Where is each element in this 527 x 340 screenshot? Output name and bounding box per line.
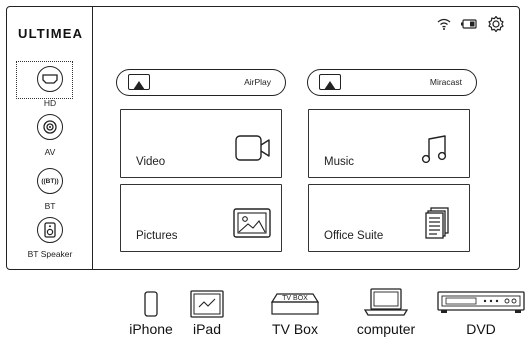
iphone-icon [144, 291, 158, 322]
miracast-label: Miracast [429, 77, 462, 87]
miracast-icon [319, 74, 341, 90]
brand-logo: ULTIMEA [18, 26, 84, 41]
miracast-button[interactable]: Miracast [307, 69, 477, 96]
music-note-icon [421, 134, 447, 169]
source-hd[interactable]: HD [7, 61, 93, 111]
device-label-computer: computer [356, 321, 416, 337]
tile-label-video: Video [136, 156, 166, 168]
device-legend: iPhone iPad TV BOX TV Box computer DVD [0, 285, 527, 340]
source-label-bt: BT [44, 201, 56, 211]
gear-icon[interactable] [487, 15, 505, 33]
tv-box-icon-text: TV BOX [282, 295, 308, 302]
bluetooth-icon-text: ((BT)) [41, 177, 59, 185]
status-bar [437, 15, 505, 33]
tile-music[interactable]: Music [308, 109, 470, 178]
laptop-icon [363, 288, 409, 321]
tile-video[interactable]: Video [120, 109, 282, 178]
device-label-ipad: iPad [192, 321, 222, 337]
wifi-icon [437, 18, 451, 30]
source-label-hd: HD [43, 98, 57, 108]
dvd-player-icon [437, 291, 525, 320]
device-label-iphone: iPhone [129, 321, 173, 337]
airplay-button[interactable]: AirPlay [116, 69, 286, 96]
projector-screen: ULTIMEA HD AV ((BT)) BT BT Speaker AirPl… [6, 6, 520, 270]
document-icon [425, 207, 449, 244]
device-label-tv-box: TV Box [272, 321, 318, 337]
speaker-icon [37, 217, 63, 243]
tile-pictures[interactable]: Pictures [120, 184, 282, 252]
source-av[interactable]: AV [7, 114, 93, 159]
source-bt-speaker[interactable]: BT Speaker [7, 217, 93, 262]
source-bt[interactable]: ((BT)) BT [7, 168, 93, 213]
device-label-dvd: DVD [466, 321, 496, 337]
av-icon [37, 114, 63, 140]
ipad-icon [190, 290, 224, 323]
source-label-bt-speaker: BT Speaker [27, 249, 73, 259]
airplay-label: AirPlay [244, 77, 271, 87]
hdmi-icon [37, 66, 63, 92]
source-label-av: AV [44, 147, 56, 157]
tile-office-suite[interactable]: Office Suite [308, 184, 470, 252]
battery-icon [461, 19, 477, 29]
video-camera-icon [235, 134, 271, 167]
picture-icon [233, 208, 271, 243]
tile-label-music: Music [324, 156, 355, 168]
airplay-icon [128, 74, 150, 90]
tile-label-office-suite: Office Suite [324, 230, 384, 242]
source-sidebar: ULTIMEA HD AV ((BT)) BT BT Speaker [7, 7, 93, 269]
tile-label-pictures: Pictures [136, 230, 178, 242]
bluetooth-icon: ((BT)) [37, 168, 63, 194]
